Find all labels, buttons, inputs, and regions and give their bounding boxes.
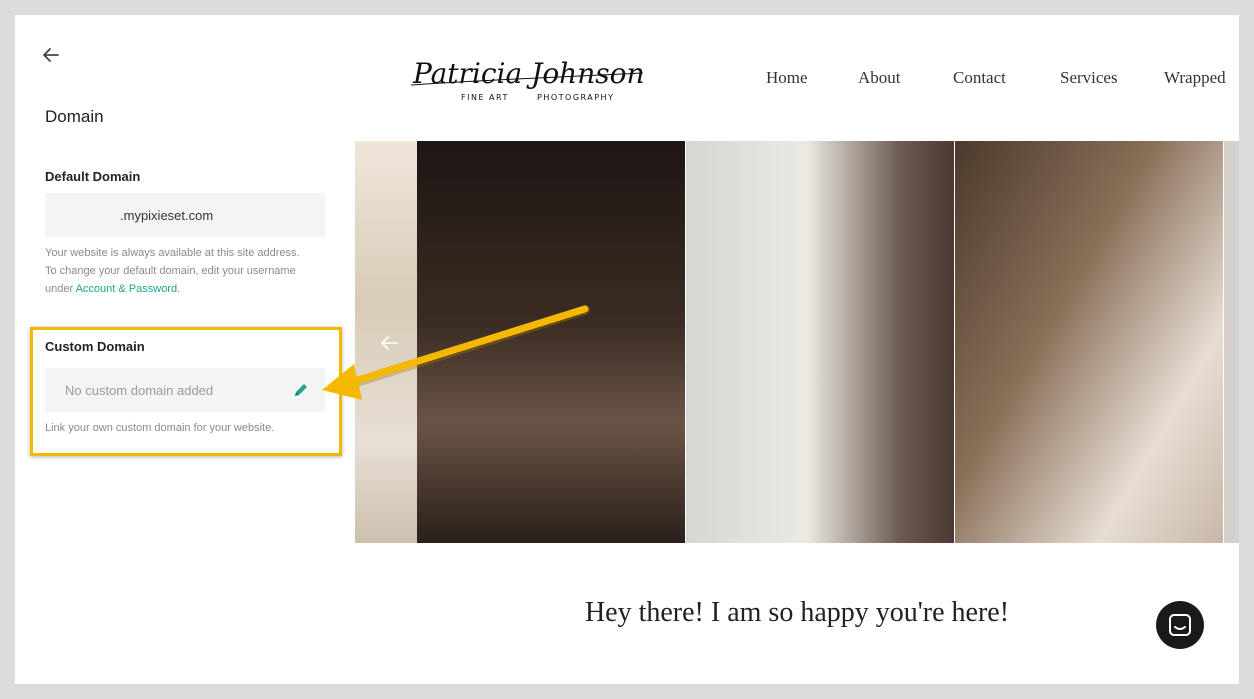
nav-services[interactable]: Services [1060, 68, 1118, 88]
default-domain-help-line-3: under Account & Password. [45, 280, 330, 298]
help-suffix: . [177, 283, 181, 295]
chat-icon [1169, 614, 1191, 636]
panel-title: Domain [45, 107, 104, 126]
website-preview: Patricia Johnson FINE ART PHOTOGRAPHY Ho… [355, 15, 1239, 684]
default-domain-label: Default Domain [45, 169, 141, 184]
gallery-prev-arrow-icon[interactable] [377, 331, 401, 355]
logo-photography: PHOTOGRAPHY [537, 93, 614, 102]
gallery-photo-bride-portrait [417, 141, 685, 543]
default-domain-help-line-2: To change your default domain, edit your… [45, 265, 296, 277]
nav-home[interactable]: Home [766, 68, 808, 88]
logo-fine-art: FINE ART [461, 93, 509, 102]
nav-about[interactable]: About [858, 68, 901, 88]
account-password-link[interactable]: Account & Password [76, 283, 178, 295]
gallery-photo-bride-shoes [686, 141, 954, 543]
logo-script: Patricia Johnson [412, 57, 645, 90]
default-domain-field: .mypixieset.com [45, 193, 325, 237]
nav-wrapped[interactable]: Wrapped [1164, 68, 1226, 88]
photo-gallery [355, 141, 1239, 543]
domain-settings-panel: Domain Default Domain .mypixieset.com Yo… [15, 15, 356, 684]
gallery-photo-hands [955, 141, 1223, 543]
custom-domain-label: Custom Domain [45, 339, 145, 354]
help-prefix: under [45, 283, 76, 295]
edit-pencil-icon[interactable] [293, 382, 309, 398]
default-domain-help: Your website is always available at this… [45, 244, 330, 298]
welcome-heading: Hey there! I am so happy you're here! [584, 597, 1010, 628]
custom-domain-help: Link your own custom domain for your web… [45, 422, 275, 434]
gallery-photo-edge [1224, 141, 1239, 543]
app-frame: Domain Default Domain .mypixieset.com Yo… [15, 15, 1239, 684]
nav-contact[interactable]: Contact [953, 68, 1006, 88]
back-arrow-icon[interactable] [39, 43, 63, 67]
chat-launcher-button[interactable] [1156, 601, 1204, 649]
custom-domain-field[interactable]: No custom domain added [45, 368, 325, 412]
site-logo[interactable]: Patricia Johnson FINE ART PHOTOGRAPHY [405, 35, 655, 115]
default-domain-help-line-1: Your website is always available at this… [45, 247, 300, 259]
default-domain-value: .mypixieset.com [120, 208, 214, 223]
custom-domain-value: No custom domain added [65, 383, 214, 398]
